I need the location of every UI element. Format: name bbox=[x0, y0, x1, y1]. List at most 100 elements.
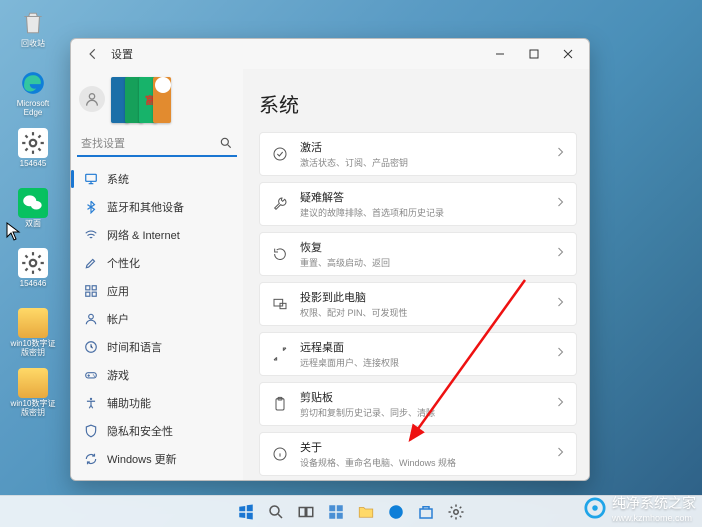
sidebar-item-gaming[interactable]: 游戏 bbox=[77, 361, 237, 389]
wechat-icon bbox=[20, 190, 46, 216]
desktop-icon-folder-2[interactable]: win10数字证 版密钥 bbox=[8, 368, 58, 424]
sidebar-item-label: 系统 bbox=[107, 171, 129, 187]
books-image: 富 bbox=[111, 75, 171, 123]
user-row[interactable]: 富 bbox=[77, 71, 237, 129]
sidebar-item-update[interactable]: Windows 更新 bbox=[77, 445, 237, 473]
clock-icon bbox=[83, 340, 99, 354]
taskbar-edge[interactable] bbox=[384, 500, 408, 524]
project-icon bbox=[270, 296, 290, 312]
search-wrap bbox=[77, 133, 237, 157]
update-icon bbox=[83, 452, 99, 466]
gear-icon bbox=[20, 250, 46, 276]
desktop-icons: 回收站 Microsoft Edge 154645 双面 154646 win1… bbox=[8, 8, 58, 428]
apps-icon bbox=[83, 284, 99, 298]
folder-icon bbox=[18, 368, 48, 398]
sidebar-item-network[interactable]: 网络 & Internet bbox=[77, 221, 237, 249]
sidebar-item-accessibility[interactable]: 辅助功能 bbox=[77, 389, 237, 417]
search-icon bbox=[219, 136, 233, 155]
sidebar-item-personalization[interactable]: 个性化 bbox=[77, 249, 237, 277]
sidebar-item-label: 时间和语言 bbox=[107, 339, 162, 355]
gear-icon bbox=[447, 503, 465, 521]
desktop-icon-wechat[interactable]: 双面 bbox=[8, 188, 58, 244]
maximize-button[interactable] bbox=[517, 41, 551, 67]
wifi-icon bbox=[83, 228, 99, 242]
desktop-icon-recycle-bin[interactable]: 回收站 bbox=[8, 8, 58, 64]
sidebar-item-label: 个性化 bbox=[107, 255, 140, 271]
sidebar-item-label: Windows 更新 bbox=[107, 451, 177, 467]
sidebar-item-label: 应用 bbox=[107, 283, 129, 299]
edge-icon bbox=[20, 70, 46, 96]
back-button[interactable] bbox=[81, 42, 105, 66]
chevron-right-icon bbox=[554, 445, 566, 463]
sidebar-item-time[interactable]: 时间和语言 bbox=[77, 333, 237, 361]
desktop: 回收站 Microsoft Edge 154645 双面 154646 win1… bbox=[0, 0, 702, 527]
taskbar-explorer[interactable] bbox=[354, 500, 378, 524]
sidebar-item-label: 游戏 bbox=[107, 367, 129, 383]
gamepad-icon bbox=[83, 368, 99, 382]
sidebar-item-system[interactable]: 系统 bbox=[77, 165, 237, 193]
desktop-icon-edge[interactable]: Microsoft Edge bbox=[8, 68, 58, 124]
desktop-icon-folder-1[interactable]: win10数字证 版密钥 bbox=[8, 308, 58, 364]
window-title: 设置 bbox=[111, 46, 133, 62]
taskbar-start[interactable] bbox=[234, 500, 258, 524]
sidebar-item-label: 隐私和安全性 bbox=[107, 423, 173, 439]
monitor-icon bbox=[83, 172, 99, 186]
minimize-icon bbox=[495, 49, 505, 59]
recovery-icon bbox=[270, 246, 290, 262]
check-icon bbox=[270, 146, 290, 162]
chevron-right-icon bbox=[554, 195, 566, 213]
remote-icon bbox=[270, 346, 290, 362]
sidebar-item-label: 帐户 bbox=[107, 311, 129, 327]
wrench-icon bbox=[270, 196, 290, 212]
gear-icon bbox=[20, 130, 46, 156]
user-icon bbox=[83, 312, 99, 326]
watermark: 纯净系统之家 www.kzmhome.com bbox=[584, 493, 696, 523]
sidebar-item-apps[interactable]: 应用 bbox=[77, 277, 237, 305]
search-icon bbox=[267, 503, 285, 521]
taskbar-search[interactable] bbox=[264, 500, 288, 524]
chevron-right-icon bbox=[554, 295, 566, 313]
close-icon bbox=[563, 49, 573, 59]
watermark-logo-icon bbox=[584, 497, 606, 519]
sidebar-item-privacy[interactable]: 隐私和安全性 bbox=[77, 417, 237, 445]
card-troubleshoot[interactable]: 疑难解答建议的故障排除、首选项和历史记录 bbox=[259, 182, 577, 226]
main-panel: 系统 激活激活状态、订阅、产品密钥 疑难解答建议的故障排除、首选项和历史记录 恢… bbox=[243, 69, 589, 480]
edge-icon bbox=[387, 503, 405, 521]
card-projecting[interactable]: 投影到此电脑权限、配对 PIN、可发现性 bbox=[259, 282, 577, 326]
taskbar-store[interactable] bbox=[414, 500, 438, 524]
desktop-icon-settings-2[interactable]: 154646 bbox=[8, 248, 58, 304]
card-activation[interactable]: 激活激活状态、订阅、产品密钥 bbox=[259, 132, 577, 176]
store-icon bbox=[417, 503, 435, 521]
chevron-right-icon bbox=[554, 145, 566, 163]
taskview-icon bbox=[297, 503, 315, 521]
windows-icon bbox=[237, 503, 255, 521]
brush-icon bbox=[83, 256, 99, 270]
taskbar-taskview[interactable] bbox=[294, 500, 318, 524]
user-icon bbox=[84, 91, 100, 107]
avatar bbox=[79, 86, 105, 112]
desktop-icon-settings-1[interactable]: 154645 bbox=[8, 128, 58, 184]
sidebar-item-bluetooth[interactable]: 蓝牙和其他设备 bbox=[77, 193, 237, 221]
card-remote-desktop[interactable]: 远程桌面远程桌面用户、连接权限 bbox=[259, 332, 577, 376]
arrow-left-icon bbox=[86, 47, 100, 61]
chevron-right-icon bbox=[554, 245, 566, 263]
clipboard-icon bbox=[270, 396, 290, 412]
card-about[interactable]: 关于设备规格、重命名电脑、Windows 规格 bbox=[259, 432, 577, 476]
taskbar-widgets[interactable] bbox=[324, 500, 348, 524]
widgets-icon bbox=[327, 503, 345, 521]
card-recovery[interactable]: 恢复重置、高级启动、返回 bbox=[259, 232, 577, 276]
chevron-right-icon bbox=[554, 345, 566, 363]
minimize-button[interactable] bbox=[483, 41, 517, 67]
sidebar-item-accounts[interactable]: 帐户 bbox=[77, 305, 237, 333]
titlebar: 设置 bbox=[71, 39, 589, 69]
bluetooth-icon bbox=[83, 200, 99, 214]
sidebar: 富 系统 蓝牙和其他设备 网络 & Internet 个性化 应用 帐户 时间和… bbox=[71, 69, 243, 480]
folder-icon bbox=[357, 503, 375, 521]
info-icon bbox=[270, 446, 290, 462]
taskbar-settings[interactable] bbox=[444, 500, 468, 524]
search-input[interactable] bbox=[77, 133, 237, 157]
card-clipboard[interactable]: 剪贴板剪切和复制历史记录、同步、清除 bbox=[259, 382, 577, 426]
close-button[interactable] bbox=[551, 41, 585, 67]
accessibility-icon bbox=[83, 396, 99, 410]
maximize-icon bbox=[529, 49, 539, 59]
